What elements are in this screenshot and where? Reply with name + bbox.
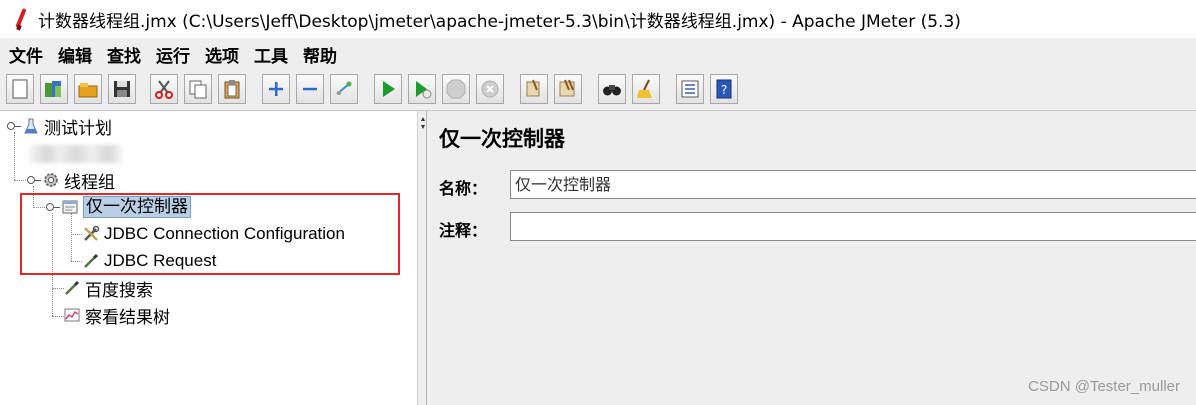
menu-run[interactable]: 运行 xyxy=(156,42,190,67)
tree-node-thread-group[interactable]: 线程组 xyxy=(42,169,115,193)
save-icon xyxy=(114,81,130,97)
redacted-tree-node xyxy=(30,145,122,163)
menu-tools[interactable]: 工具 xyxy=(254,42,288,67)
broom-all-icon xyxy=(559,79,575,97)
menu-options[interactable]: 选项 xyxy=(205,42,239,67)
start-no-pause-button[interactable] xyxy=(408,74,436,104)
play-no-pause-icon xyxy=(416,81,432,99)
toggle-icon xyxy=(336,81,352,95)
cut-button[interactable] xyxy=(150,74,178,104)
stop-icon xyxy=(446,79,466,99)
clear-all-button[interactable] xyxy=(554,74,582,104)
menu-help[interactable]: 帮助 xyxy=(303,42,337,67)
svg-text:?: ? xyxy=(721,83,727,97)
annotation-highlight-box xyxy=(20,193,400,275)
save-button[interactable] xyxy=(108,74,136,104)
new-button[interactable] xyxy=(6,74,34,104)
tree-node-test-plan[interactable]: 测试计划 xyxy=(22,115,112,139)
shutdown-icon xyxy=(481,80,499,98)
name-label: 名称： xyxy=(439,179,488,198)
toolbar: ? xyxy=(0,70,1196,111)
paste-icon xyxy=(224,80,240,99)
menu-file[interactable]: 文件 xyxy=(9,42,43,67)
new-icon xyxy=(12,79,28,99)
stop-button[interactable] xyxy=(442,74,470,104)
chart-icon xyxy=(63,306,81,324)
templates-button[interactable] xyxy=(40,74,68,104)
comment-label: 注释： xyxy=(439,221,488,240)
reset-search-button[interactable] xyxy=(632,74,660,104)
gear-icon xyxy=(42,171,60,189)
templates-icon xyxy=(45,81,61,97)
expand-all-button[interactable] xyxy=(262,74,290,104)
toggle-button[interactable] xyxy=(330,74,358,104)
test-plan-icon xyxy=(22,117,40,135)
clear-button[interactable] xyxy=(520,74,548,104)
pipette-icon xyxy=(63,279,81,297)
copy-button[interactable] xyxy=(184,74,212,104)
broom-icon xyxy=(526,79,540,97)
menu-edit[interactable]: 编辑 xyxy=(58,42,92,67)
binoculars-icon xyxy=(603,85,621,96)
menu-search[interactable]: 查找 xyxy=(107,42,141,67)
window-title-bar: 计数器线程组.jmx (C:\Users\Jeff\Desktop\jmeter… xyxy=(0,0,1196,38)
start-button[interactable] xyxy=(374,74,402,104)
tree-node-baidu-search[interactable]: 百度搜索 xyxy=(63,277,153,301)
comment-input[interactable] xyxy=(510,212,1196,241)
name-input[interactable]: 仅一次控制器 xyxy=(510,170,1196,199)
shutdown-button[interactable] xyxy=(476,74,504,104)
jmeter-feather-icon xyxy=(14,8,28,30)
reset-search-icon xyxy=(637,79,652,98)
cut-icon xyxy=(155,80,173,99)
plus-icon xyxy=(269,82,283,96)
play-icon xyxy=(383,81,395,97)
watermark-text: CSDN @Tester_muller xyxy=(1028,378,1180,395)
help-book-icon: ? xyxy=(716,79,732,99)
search-button[interactable] xyxy=(598,74,626,104)
element-editor-panel: 仅一次控制器 名称： 仅一次控制器 注释： CSDN @Tester_mulle… xyxy=(427,111,1196,405)
tree-expand-toggle[interactable] xyxy=(27,176,41,184)
tree-expand-toggle[interactable] xyxy=(7,122,21,130)
pane-splitter[interactable] xyxy=(417,111,427,405)
collapse-all-button[interactable] xyxy=(296,74,324,104)
help-button[interactable]: ? xyxy=(710,74,738,104)
window-title: 计数器线程组.jmx (C:\Users\Jeff\Desktop\jmeter… xyxy=(38,11,961,32)
open-icon xyxy=(78,83,98,98)
menu-bar: 文件 编辑 查找 运行 选项 工具 帮助 xyxy=(0,38,1196,70)
paste-button[interactable] xyxy=(218,74,246,104)
tree-node-view-results-tree[interactable]: 察看结果树 xyxy=(63,304,170,328)
list-icon xyxy=(681,80,699,98)
minus-icon xyxy=(303,87,317,91)
copy-icon xyxy=(189,80,207,99)
tree-connector xyxy=(14,132,15,180)
panel-title: 仅一次控制器 xyxy=(439,126,565,151)
function-helper-button[interactable] xyxy=(676,74,704,104)
open-button[interactable] xyxy=(74,74,102,104)
